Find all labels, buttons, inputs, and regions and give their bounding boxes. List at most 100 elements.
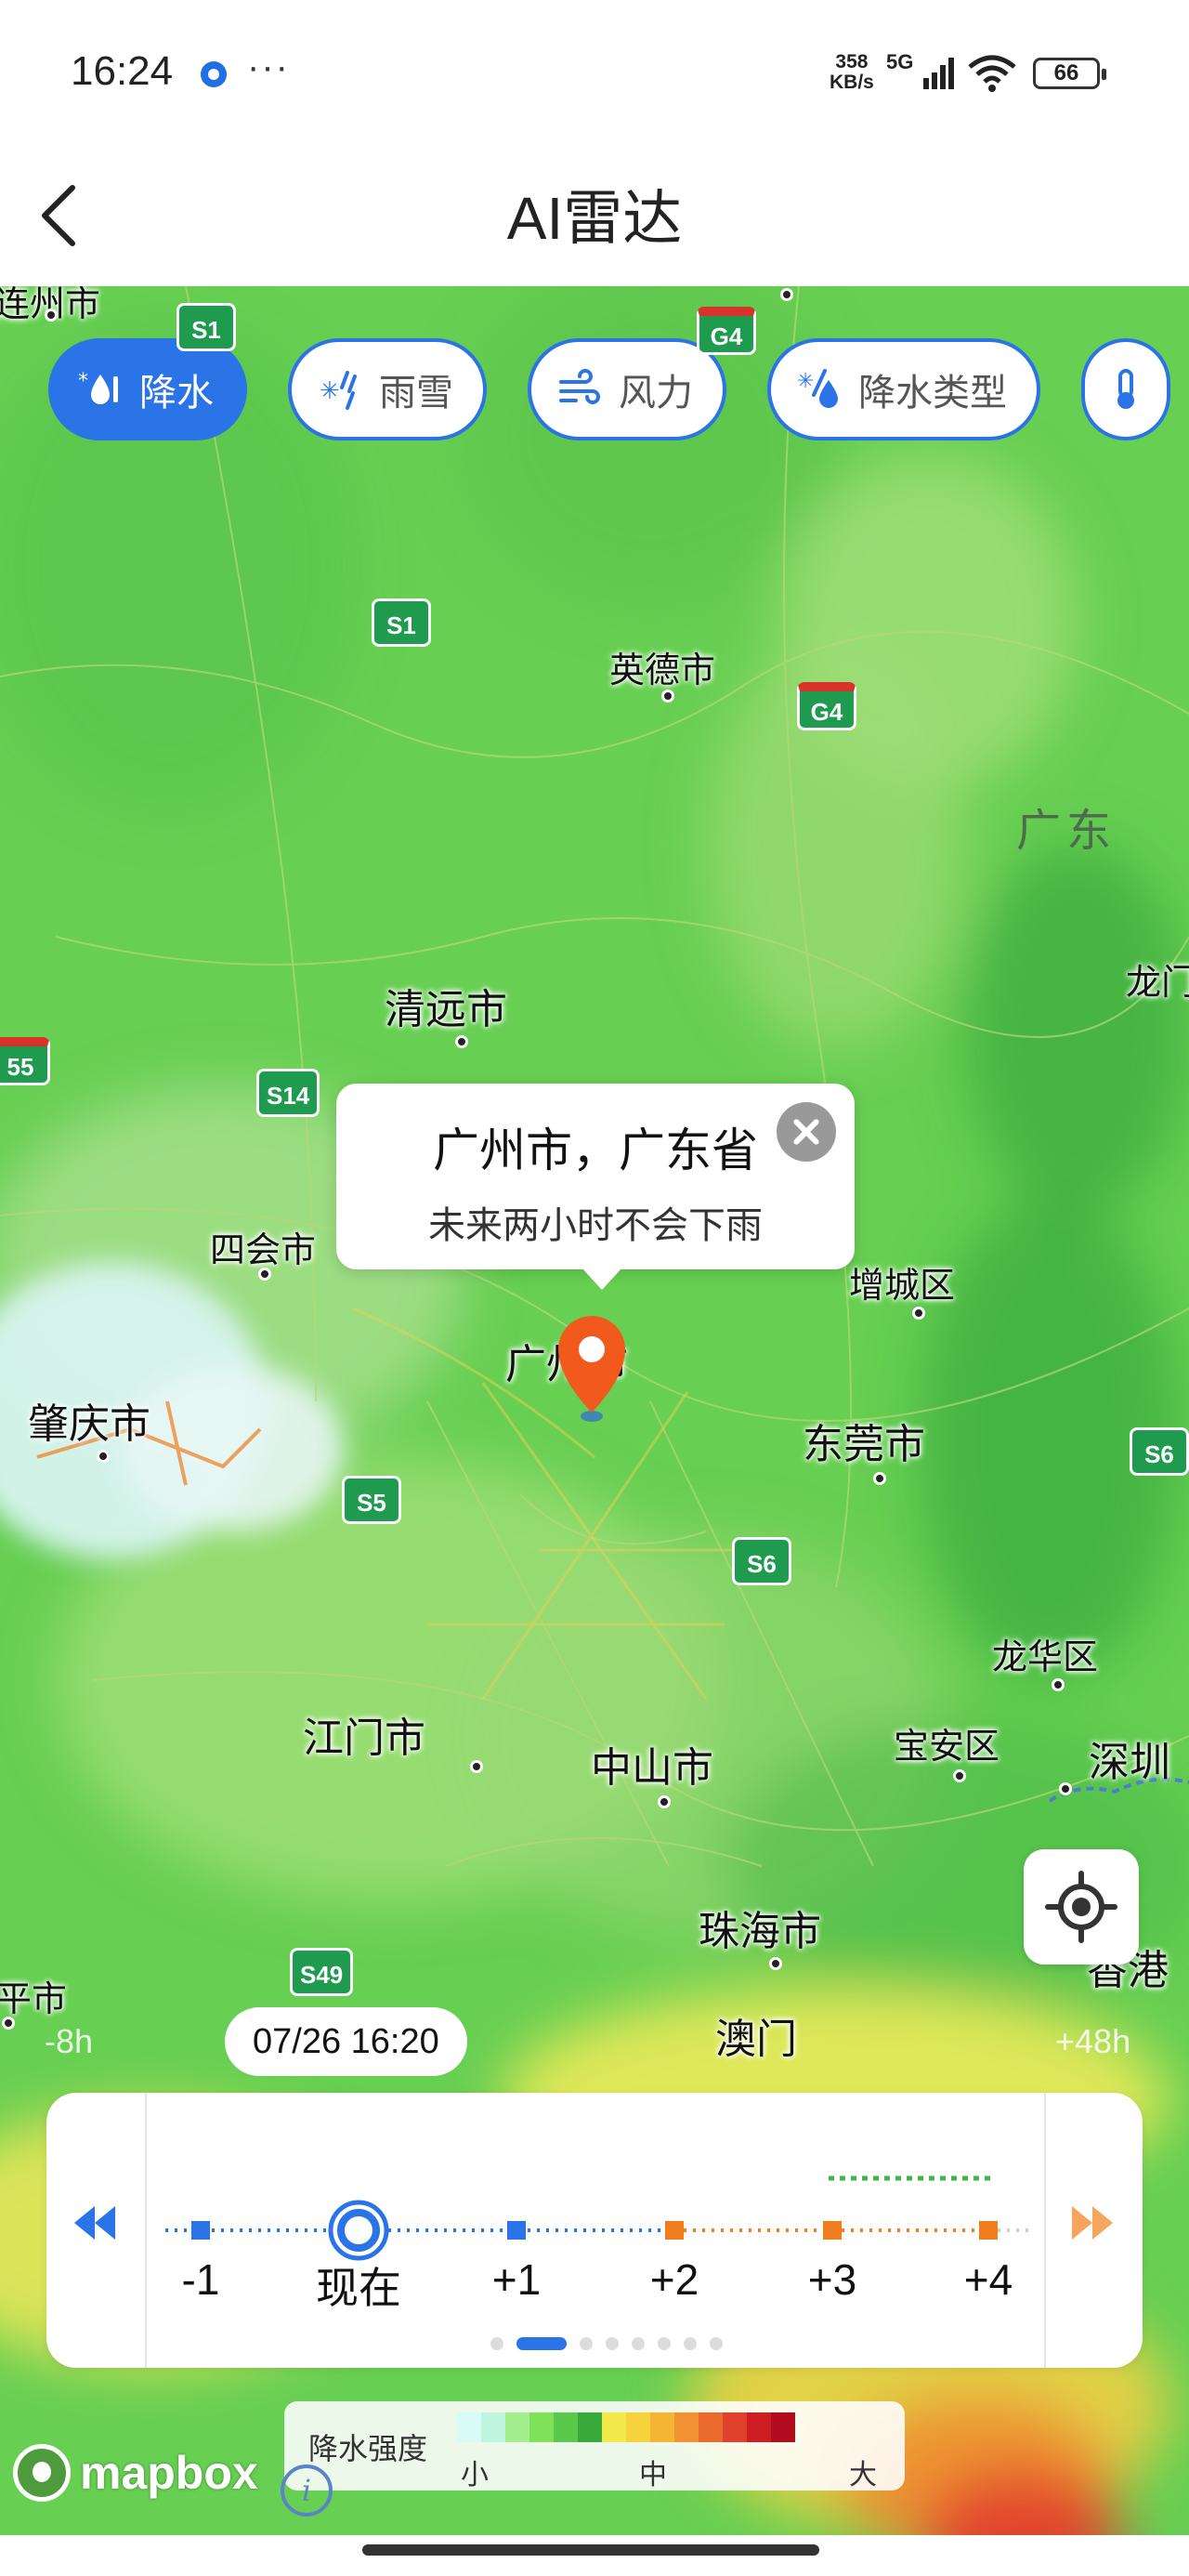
highway-shield: S5 xyxy=(342,1476,401,1524)
popup-forecast: 未来两小时不会下雨 xyxy=(428,1205,763,1246)
legend-title: 降水强度 xyxy=(308,2432,428,2465)
page-title: AI雷达 xyxy=(506,185,683,252)
layer-tab-precipitation[interactable]: * 降水 xyxy=(48,338,247,440)
crosshair-icon xyxy=(1045,1871,1117,1943)
precipitation-icon: * xyxy=(78,370,118,404)
timeline-page-dot xyxy=(684,2337,697,2350)
legend-color-scale xyxy=(457,2412,795,2442)
app-header: AI雷达 xyxy=(0,149,1189,286)
layer-tab-temperature[interactable] xyxy=(1081,338,1170,440)
timeline-page-dot xyxy=(490,2337,503,2350)
status-bar: 16:24 ··· 358 KB/s 5G 66 xyxy=(0,0,1189,149)
layer-tab-label: 降水类型 xyxy=(858,373,1007,414)
legend-swatch xyxy=(626,2412,650,2442)
timeline-pagination xyxy=(490,2336,723,2351)
timeline-step-label[interactable]: -1 xyxy=(182,2254,220,2305)
highway-shield: G4 xyxy=(697,307,756,355)
legend-swatch xyxy=(602,2412,626,2442)
location-pin-icon xyxy=(558,1316,625,1422)
timeline-step-marker[interactable] xyxy=(823,2221,842,2240)
app-notification-icon xyxy=(201,61,227,87)
location-popup[interactable]: 广州市，广东省 未来两小时不会下雨 xyxy=(336,1084,855,1290)
city-dot xyxy=(45,309,58,322)
city-dot xyxy=(470,1760,483,1773)
city-label: 龙门 xyxy=(1126,964,1189,1003)
city-dot xyxy=(258,1268,271,1281)
highway-shield: S49 xyxy=(290,1948,354,1996)
more-notifications-icon: ··· xyxy=(247,46,290,87)
home-bar xyxy=(0,2535,1189,2576)
legend-swatch xyxy=(457,2412,481,2442)
legend-low-label: 小 xyxy=(461,2460,489,2491)
highway-shield: G4 xyxy=(797,682,856,730)
legend-swatch xyxy=(723,2412,747,2442)
layer-tab-label: 风力 xyxy=(619,373,693,414)
highway-shield: S6 xyxy=(732,1537,791,1585)
net-speed-unit: KB/s xyxy=(830,72,874,93)
timeline-selected-core xyxy=(337,2209,380,2252)
highway-shield: S1 xyxy=(372,598,431,647)
legend-swatch xyxy=(699,2412,723,2442)
svg-text:✳: ✳ xyxy=(320,377,340,405)
layer-tab-rain-snow[interactable]: ✳ 雨雪 xyxy=(288,338,487,440)
city-dot xyxy=(953,1769,966,1782)
city-dot xyxy=(769,1957,782,1970)
timeline-step-label[interactable]: +4 xyxy=(964,2254,1013,2305)
city-label: 平市 xyxy=(0,1980,68,2019)
city-dot xyxy=(780,288,793,301)
city-label: 宝安区 xyxy=(894,1728,1000,1767)
city-label: 清远市 xyxy=(385,987,507,1032)
timeline-step-label[interactable]: 现在 xyxy=(316,2254,401,2316)
layer-selector: * 降水 ✳ 雨雪 风力 ✳ 降水类型 xyxy=(48,338,1170,440)
signal-icon xyxy=(923,58,954,89)
layer-tab-wind[interactable]: 风力 xyxy=(528,338,726,440)
rain-snow-icon: ✳ xyxy=(320,371,357,410)
net-speed: 358 KB/s xyxy=(830,52,874,93)
timeline-page-dot xyxy=(580,2337,593,2350)
timeline-step-marker[interactable] xyxy=(507,2221,526,2240)
layer-tab-label: 雨雪 xyxy=(379,373,453,414)
city-dot xyxy=(661,690,674,703)
radar-map[interactable]: * 降水 ✳ 雨雪 风力 ✳ 降水类型 S1 G4 S1 G4 55 S14 S… xyxy=(0,286,1189,2535)
precip-legend: 降水强度 小 中 大 xyxy=(284,2401,905,2491)
city-label: 澳门 xyxy=(715,2017,797,2062)
legend-swatch xyxy=(747,2412,771,2442)
timeline-step-label[interactable]: +1 xyxy=(492,2254,541,2305)
city-label: 江门市 xyxy=(303,1715,425,1761)
city-label: 增城区 xyxy=(849,1267,956,1306)
legend-swatch xyxy=(529,2412,554,2442)
city-label: 东莞市 xyxy=(803,1422,925,1467)
locate-button[interactable] xyxy=(1024,1849,1139,1965)
city-dot xyxy=(1059,1782,1072,1795)
legend-swatch xyxy=(554,2412,578,2442)
wifi-icon xyxy=(968,55,1016,92)
city-label: 四会市 xyxy=(210,1231,317,1270)
layer-tab-precip-type[interactable]: ✳ 降水类型 xyxy=(767,338,1040,440)
timeline-range-end: +48h xyxy=(1055,2022,1131,2060)
close-icon[interactable] xyxy=(777,1102,836,1162)
city-label: 龙华区 xyxy=(992,1638,1099,1677)
mapbox-wordmark: mapbox xyxy=(80,2447,258,2499)
layer-tab-label: 降水 xyxy=(139,373,214,414)
home-indicator[interactable] xyxy=(362,2544,819,2556)
city-dot xyxy=(97,1450,110,1463)
timeline-track[interactable] xyxy=(46,2093,1143,2368)
legend-high-label: 大 xyxy=(849,2460,877,2491)
highway-shield: S6 xyxy=(1130,1427,1189,1476)
city-dot xyxy=(658,1795,671,1808)
mapbox-logo[interactable]: mapbox xyxy=(13,2440,258,2505)
city-dot xyxy=(873,1472,886,1485)
net-speed-value: 358 xyxy=(835,51,869,72)
info-icon[interactable]: i xyxy=(281,2464,333,2517)
highway-shield: 55 xyxy=(0,1037,50,1085)
current-time-badge: 07/26 16:20 xyxy=(225,2007,467,2076)
timeline-step-marker[interactable] xyxy=(979,2221,998,2240)
legend-swatch xyxy=(650,2412,674,2442)
timeline-step-label[interactable]: +2 xyxy=(650,2254,699,2305)
legend-swatch xyxy=(674,2412,699,2442)
city-dot xyxy=(912,1307,925,1320)
timeline-step-label[interactable]: +3 xyxy=(808,2254,856,2305)
timeline-step-marker[interactable] xyxy=(665,2221,684,2240)
timeline-step-marker[interactable] xyxy=(191,2221,210,2240)
svg-text:✳: ✳ xyxy=(797,370,814,393)
